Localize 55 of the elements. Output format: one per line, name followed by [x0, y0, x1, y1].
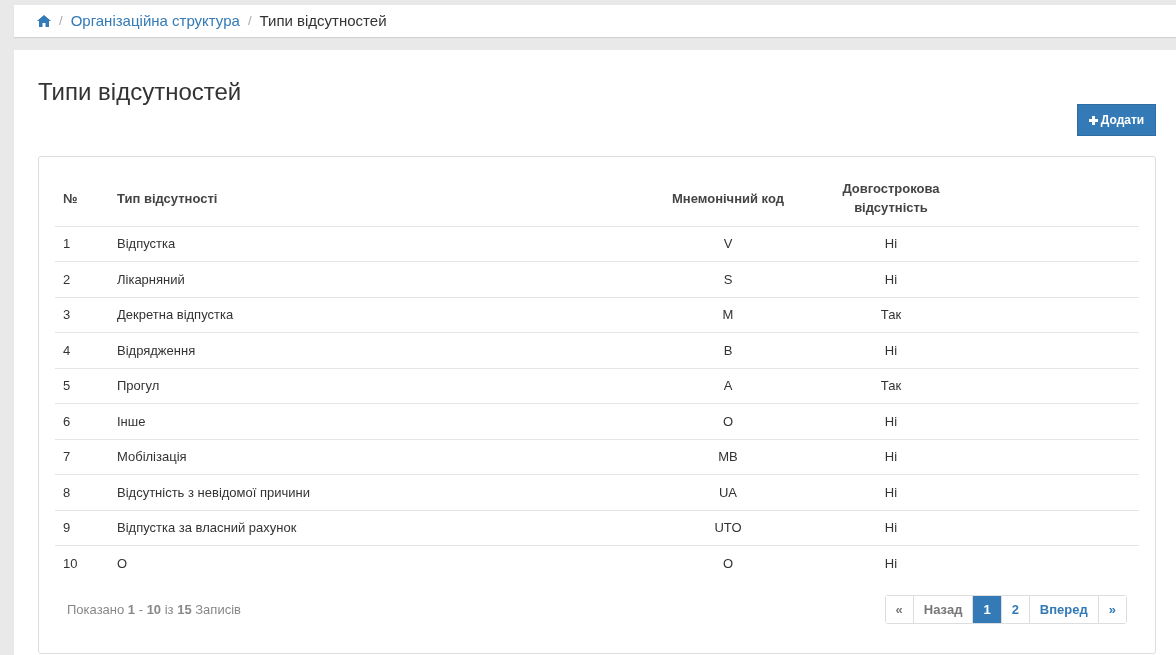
- table-cell: M: [722, 307, 734, 322]
- breadcrumb-separator: /: [247, 12, 252, 31]
- table-cell: Ні: [884, 236, 898, 251]
- table-cell: Відпустка: [117, 236, 176, 251]
- table-cell: Ні: [884, 449, 898, 464]
- breadcrumb-link[interactable]: Організаційна структура: [70, 9, 240, 33]
- breadcrumb-separator: /: [59, 12, 63, 31]
- column-header: Мнемонічний код: [672, 189, 784, 208]
- table-cell: Ні: [884, 413, 898, 429]
- table-cell: Відсутність з невідомої причини: [117, 484, 310, 500]
- column-header: №: [63, 189, 78, 208]
- table-cell: A: [723, 378, 733, 393]
- table-cell: MB: [718, 449, 738, 464]
- table-cell: V: [723, 236, 733, 251]
- table-cell: 10: [63, 555, 78, 571]
- table-cell: 7: [63, 449, 71, 464]
- records-summary: Показано 1 - 10 із 15 Записів: [67, 600, 241, 619]
- table-cell: Так: [880, 378, 902, 393]
- page-link[interactable]: 1: [972, 596, 1001, 623]
- table-cell: 1: [63, 236, 71, 251]
- table-cell: 9: [63, 520, 71, 535]
- table-cell: S: [723, 271, 733, 287]
- page-title: Типи відсутностей: [38, 80, 242, 104]
- table-cell: O: [722, 555, 734, 571]
- table-cell: Прогул: [117, 378, 160, 393]
- table-cell: O: [117, 555, 128, 571]
- table-cell: 6: [63, 413, 71, 429]
- table-cell: Ні: [884, 271, 898, 287]
- table-cell: 5: [63, 378, 71, 393]
- table-cell: Ні: [884, 342, 898, 358]
- table-cell: Ні: [884, 555, 898, 571]
- table-cell: UA: [718, 484, 738, 500]
- breadcrumb-current: Типи відсутностей: [259, 10, 387, 31]
- add-button[interactable]: Додати: [1077, 104, 1156, 136]
- table-cell: UTO: [714, 520, 742, 535]
- column-header: Тип відсутності: [117, 189, 218, 208]
- table-cell: Декретна відпустка: [117, 307, 234, 322]
- plus-icon: [1088, 115, 1098, 125]
- page-link[interactable]: »: [1097, 596, 1126, 623]
- table-cell: 2: [63, 271, 71, 287]
- table-cell: Так: [880, 307, 902, 322]
- table-cell: Ні: [884, 484, 898, 500]
- table-cell: 3: [63, 307, 71, 322]
- table-cell: Відрядження: [117, 342, 196, 358]
- table-cell: Мобілізація: [117, 449, 187, 464]
- home-icon[interactable]: [37, 15, 51, 27]
- table-cell: Лікарняний: [117, 271, 185, 287]
- table-cell: Відпустка за власний рахунок: [117, 520, 297, 535]
- table-cell: O: [722, 413, 734, 429]
- table-cell: 8: [63, 484, 71, 500]
- table-cell: B: [723, 342, 733, 358]
- column-header: Довгострокова відсутність: [841, 179, 941, 218]
- table-cell: 4: [63, 342, 71, 358]
- table-cell: Ні: [884, 520, 898, 535]
- table-cell: Інше: [117, 413, 146, 429]
